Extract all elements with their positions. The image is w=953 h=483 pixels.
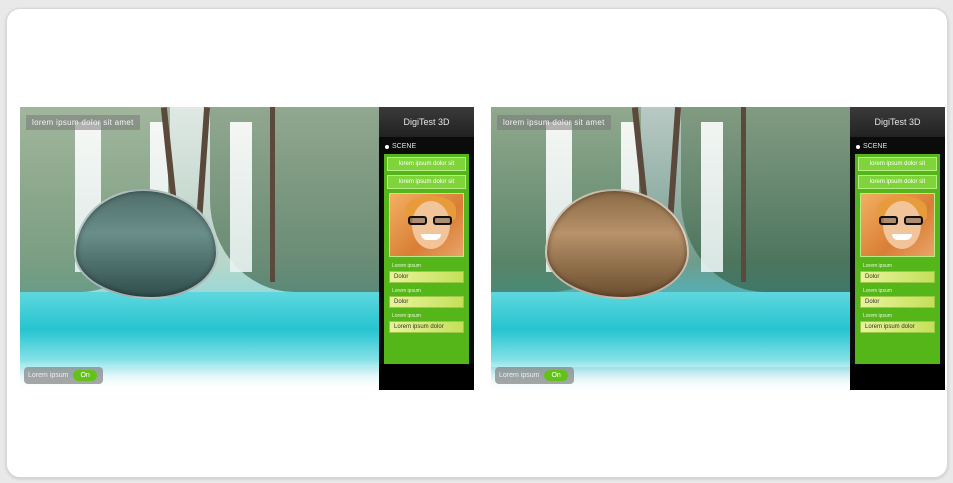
waterfall [230,122,252,272]
model-portrait [389,193,464,257]
control-sidebar: DigiTest 3D SCENE lorem ipsum dolor sit … [850,107,945,390]
smile [892,234,912,240]
field-label: Lorem ipsum [392,313,421,319]
setting-field-2: Lorem ipsum Dolor [860,286,935,308]
field-label: Lorem ipsum [863,263,892,269]
field-label: Lorem ipsum [863,288,892,294]
field-label: Lorem ipsum [863,313,892,319]
field-select[interactable]: Dolor [389,296,464,308]
section-header: SCENE [850,137,945,154]
field-label: Lorem ipsum [392,288,421,294]
setting-field-3: Lorem ipsum Lorem ipsum dolor [389,311,464,333]
field-select[interactable]: Lorem ipsum dolor [389,321,464,333]
section-header: SCENE [379,137,474,154]
field-select[interactable]: Dolor [860,271,935,283]
glasses-icon [408,216,452,225]
settings-panel: lorem ipsum dolor sit lorem ipsum dolor … [855,154,940,364]
setting-field-1: Lorem ipsum Dolor [389,261,464,283]
compare-on-button[interactable]: On [73,370,97,381]
compare-toggle[interactable]: Lorem ipsum On [495,367,574,384]
bullet-icon [856,144,860,149]
compare-label: Lorem ipsum [28,372,69,379]
control-sidebar: DigiTest 3D SCENE lorem ipsum dolor sit … [379,107,474,390]
option-button-2[interactable]: lorem ipsum dolor sit [858,175,937,189]
option-button-2[interactable]: lorem ipsum dolor sit [387,175,466,189]
glasses-icon [879,216,923,225]
field-select[interactable]: Lorem ipsum dolor [860,321,935,333]
field-select[interactable]: Dolor [389,271,464,283]
waterfall-scene[interactable]: lorem ipsum dolor sit amet Lorem ipsum O… [491,107,850,390]
bullet-icon [385,144,389,149]
section-label: SCENE [863,143,888,150]
field-select[interactable]: Dolor [860,296,935,308]
sidebar-footer [850,364,945,390]
sidebar-footer [379,364,474,390]
lens-demo-panel-2: lorem ipsum dolor sit amet Lorem ipsum O… [491,107,945,390]
brand-title: DigiTest 3D [850,107,945,137]
compare-label: Lorem ipsum [499,372,540,379]
waterfall [701,122,723,272]
model-portrait [860,193,935,257]
tree-trunk [270,107,275,282]
lens-demo-panel-1: lorem ipsum dolor sit amet Lorem ipsum O… [20,107,474,390]
settings-panel: lorem ipsum dolor sit lorem ipsum dolor … [384,154,469,364]
face [883,201,921,249]
option-button-1[interactable]: lorem ipsum dolor sit [387,157,466,171]
lake-water [20,292,379,367]
face [412,201,450,249]
field-label: Lorem ipsum [392,263,421,269]
setting-field-2: Lorem ipsum Dolor [389,286,464,308]
compare-toggle[interactable]: Lorem ipsum On [24,367,103,384]
tree-trunk [741,107,746,282]
brand-title: DigiTest 3D [379,107,474,137]
smile [421,234,441,240]
setting-field-3: Lorem ipsum Lorem ipsum dolor [860,311,935,333]
lake-water [491,292,850,367]
section-label: SCENE [392,143,417,150]
scene-label: lorem ipsum dolor sit amet [26,115,140,130]
option-button-1[interactable]: lorem ipsum dolor sit [858,157,937,171]
scene-label: lorem ipsum dolor sit amet [497,115,611,130]
waterfall-scene[interactable]: lorem ipsum dolor sit amet Lorem ipsum O… [20,107,379,390]
compare-on-button[interactable]: On [544,370,568,381]
setting-field-1: Lorem ipsum Dolor [860,261,935,283]
